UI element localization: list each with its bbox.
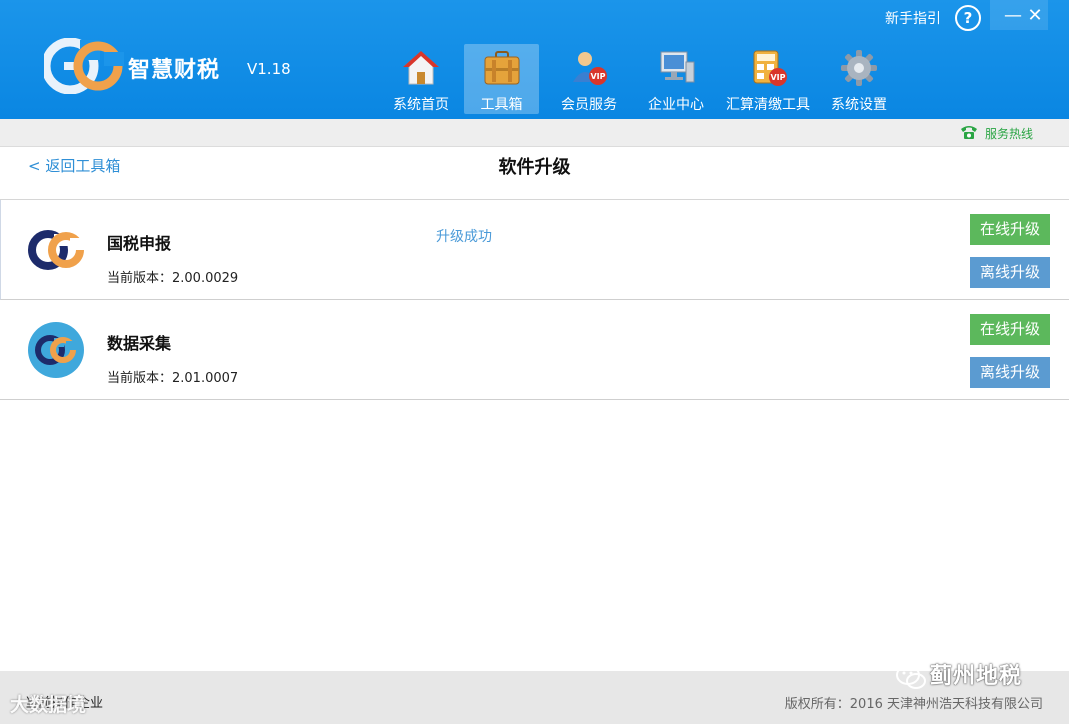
national-tax-logo	[28, 230, 86, 270]
gear-icon	[841, 50, 877, 86]
page-title: 软件升级	[498, 157, 571, 178]
beginner-guide-link[interactable]: 新手指引	[885, 8, 941, 28]
house-icon	[403, 51, 439, 85]
nav-item-toolbox[interactable]: 工具箱	[464, 44, 539, 114]
software-version: 当前版本：2.01.0007	[107, 371, 239, 386]
nav-item-member-service[interactable]: VIP 会员服务	[555, 44, 623, 114]
software-name: 数据采集	[107, 334, 172, 353]
app-name: 智慧财税	[128, 58, 221, 83]
nav-item-system-settings[interactable]: 系统设置	[826, 44, 892, 114]
svg-text:VIP: VIP	[590, 72, 605, 81]
minimize-button[interactable]: —	[1003, 6, 1023, 26]
online-upgrade-button[interactable]: 在线升级	[970, 314, 1050, 345]
offline-upgrade-button[interactable]: 离线升级	[970, 257, 1050, 288]
data-collection-logo	[28, 322, 84, 378]
nav-item-home[interactable]: 系统首页	[386, 44, 456, 114]
nav-label: 会员服务	[561, 97, 617, 113]
service-hotline-link[interactable]: 服务热线	[985, 125, 1033, 142]
calculator-vip-icon: VIP	[753, 50, 787, 86]
vip-member-icon: VIP	[573, 52, 607, 85]
copyright-text: 版权所有：2016 天津神州浩天科技有限公司	[784, 697, 1043, 712]
phone-icon	[961, 126, 977, 139]
nav-label: 系统首页	[393, 97, 449, 113]
service-strip	[0, 119, 1069, 147]
toolbox-icon	[484, 51, 519, 85]
computer-icon	[660, 51, 695, 83]
software-version: 当前版本：2.00.0029	[107, 271, 239, 286]
watermark-text: 蓟州地税	[930, 664, 1023, 689]
help-button[interactable]: ?	[955, 5, 981, 31]
nav-label: 汇算清缴工具	[726, 97, 810, 113]
app-version: V1.18	[247, 60, 291, 78]
watermark-left: 大数据境	[10, 694, 87, 716]
app-logo	[44, 38, 124, 94]
offline-upgrade-button[interactable]: 离线升级	[970, 357, 1050, 388]
nav-item-enterprise-center[interactable]: 企业中心	[643, 44, 709, 114]
nav-label: 工具箱	[480, 97, 523, 113]
online-upgrade-button[interactable]: 在线升级	[970, 214, 1050, 245]
nav-label: 企业中心	[648, 97, 704, 113]
software-name: 国税申报	[107, 234, 172, 253]
svg-text:VIP: VIP	[770, 73, 785, 82]
upgrade-status: 升级成功	[436, 229, 492, 245]
nav-item-settlement-tool[interactable]: VIP 汇算清缴工具	[722, 44, 814, 114]
wechat-icon	[896, 665, 926, 689]
nav-label: 系统设置	[831, 97, 887, 113]
close-button[interactable]: ✕	[1025, 6, 1045, 26]
